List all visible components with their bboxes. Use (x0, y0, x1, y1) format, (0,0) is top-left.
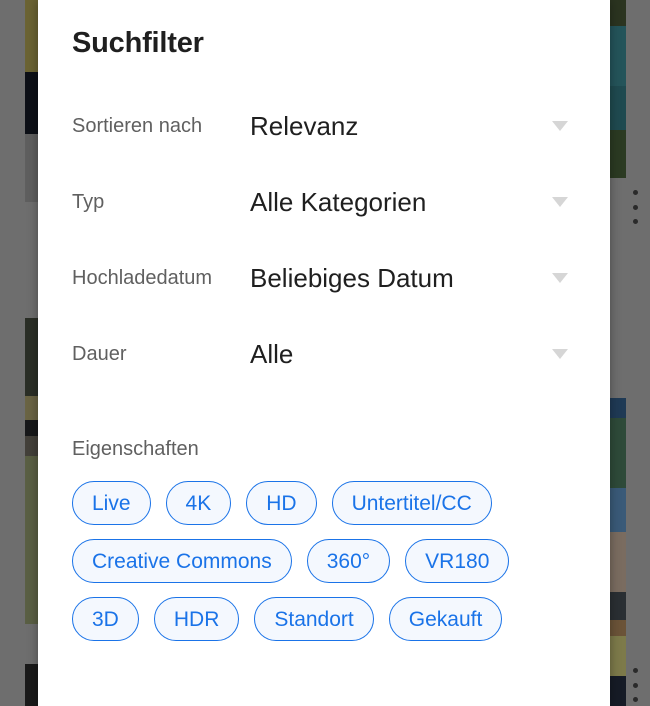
dot (632, 190, 638, 195)
background-segment (25, 72, 39, 134)
chip-subtitles-cc[interactable]: Untertitel/CC (331, 481, 492, 525)
dot (632, 682, 638, 688)
filter-value: Relevanz (250, 111, 359, 141)
chevron-down-icon[interactable] (550, 273, 570, 283)
filter-label: Hochladedatum (72, 267, 213, 289)
filter-label: Typ (72, 191, 105, 213)
background-segment (610, 636, 626, 676)
filter-label: Sortieren nach (72, 115, 203, 137)
chip-360[interactable]: 360° (306, 539, 391, 583)
background-segment (610, 178, 626, 302)
chip-hd[interactable]: HD (246, 481, 317, 525)
chevron-down-icon[interactable] (550, 349, 570, 359)
chip-hdr[interactable]: HDR (153, 597, 240, 641)
background-segment (25, 624, 39, 664)
background-segment (610, 620, 626, 636)
filter-list: Sortieren nach Relevanz Typ Alle Kategor… (72, 100, 576, 380)
background-segment (25, 436, 39, 456)
background-segment (610, 532, 626, 592)
dot (632, 204, 638, 210)
background-content-strip-right (610, 0, 626, 706)
background-segment (25, 396, 39, 420)
dot (632, 668, 638, 673)
more-options-icon[interactable] (630, 190, 640, 224)
background-segment (610, 676, 626, 706)
filter-value: Beliebiges Datum (250, 263, 454, 293)
properties-heading: Eigenschaften (72, 438, 199, 460)
background-segment (25, 0, 39, 72)
chip-purchased[interactable]: Gekauft (388, 597, 503, 641)
page-title: Suchfilter (72, 27, 204, 59)
dot (632, 219, 638, 224)
chip-location[interactable]: Standort (254, 597, 374, 641)
background-segment (25, 420, 39, 436)
background-segment (610, 398, 626, 418)
filter-label: Dauer (72, 343, 127, 365)
chip-creative-commons[interactable]: Creative Commons (72, 539, 292, 583)
chip-live[interactable]: Live (72, 481, 151, 525)
filter-row-duration[interactable]: Dauer Alle (72, 328, 576, 380)
filter-row-upload-date[interactable]: Hochladedatum Beliebiges Datum (72, 252, 576, 304)
background-segment (610, 302, 626, 398)
filter-row-sort-by[interactable]: Sortieren nach Relevanz (72, 100, 576, 152)
chevron-down-icon[interactable] (550, 197, 570, 207)
background-segment (610, 592, 626, 620)
background-segment (610, 418, 626, 488)
dot (632, 697, 638, 702)
search-filter-dialog: Suchfilter Sortieren nach Relevanz Typ A… (38, 0, 610, 706)
background-segment (25, 134, 39, 202)
chip-vr180[interactable]: VR180 (405, 539, 510, 583)
filter-value: Alle Kategorien (250, 187, 427, 217)
filter-value: Alle (250, 339, 294, 369)
background-segment (25, 202, 39, 318)
more-options-icon[interactable] (630, 668, 640, 702)
background-segment (25, 456, 39, 624)
background-segment (610, 26, 626, 86)
chip-4k[interactable]: 4K (165, 481, 232, 525)
background-segment (610, 130, 626, 178)
background-segment (610, 86, 626, 130)
chevron-down-icon[interactable] (550, 121, 570, 131)
background-segment (25, 664, 39, 706)
background-content-strip-left (25, 0, 39, 706)
background-segment (610, 488, 626, 532)
properties-chip-group: Live 4K HD Untertitel/CC Creative Common… (72, 481, 564, 641)
background-segment (610, 0, 626, 26)
chip-3d[interactable]: 3D (72, 597, 139, 641)
filter-row-type[interactable]: Typ Alle Kategorien (72, 176, 576, 228)
background-segment (25, 318, 39, 396)
